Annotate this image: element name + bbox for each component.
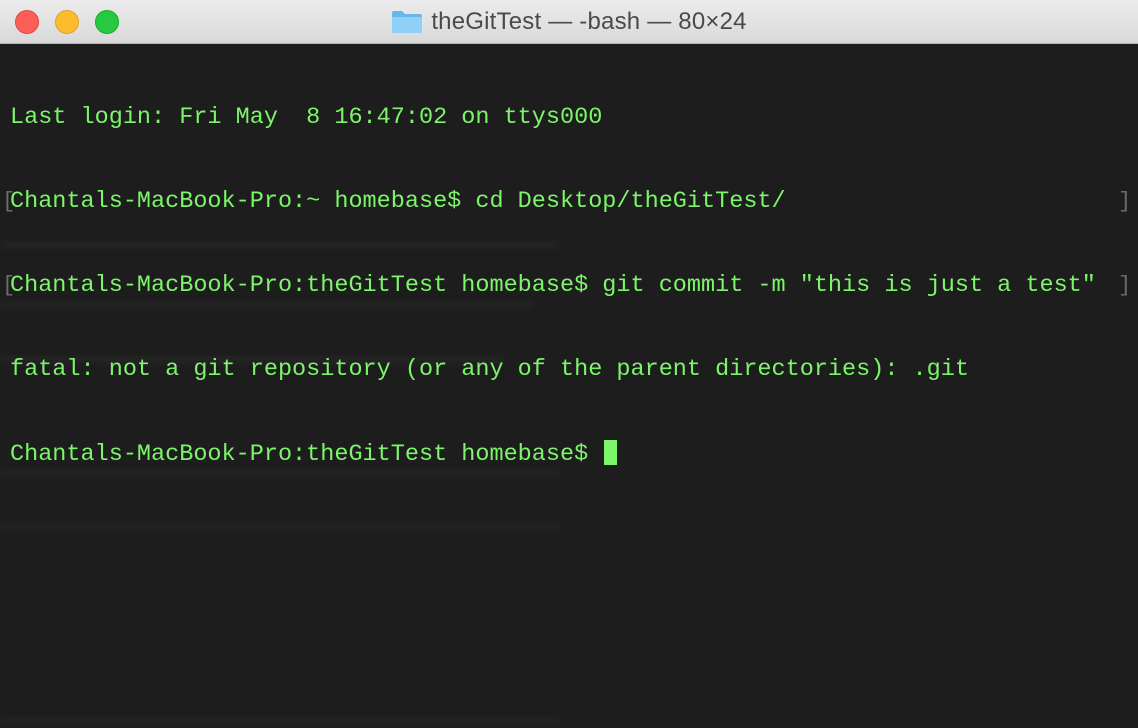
text-cursor — [604, 440, 618, 465]
terminal-line-wrap: [Chantals-MacBook-Pro:theGitTest homebas… — [2, 272, 1131, 300]
mark-bracket-right: ] — [1118, 189, 1132, 214]
background-ghost-text: ▬▬▬▬▬▬▬▬▬▬▬▬▬▬▬▬▬▬▬▬ — [0, 700, 560, 728]
terminal-line: Last login: Fri May 8 16:47:02 on ttys00… — [10, 104, 603, 131]
terminal-prompt: Chantals-MacBook-Pro:theGitTest homebase… — [10, 441, 603, 468]
mark-bracket-right: ] — [1118, 273, 1132, 298]
terminal-line: fatal: not a git repository (or any of t… — [10, 356, 969, 383]
terminal-line: Chantals-MacBook-Pro:theGitTest homebase… — [10, 272, 1096, 299]
terminal-prompt-line[interactable]: Chantals-MacBook-Pro:theGitTest homebase… — [10, 440, 1096, 468]
folder-icon — [392, 11, 423, 33]
terminal-line-wrap: [Chantals-MacBook-Pro:~ homebase$ cd Des… — [2, 188, 1131, 216]
mark-bracket-left: [ — [2, 189, 16, 214]
terminal-line: Chantals-MacBook-Pro:~ homebase$ cd Desk… — [10, 188, 786, 215]
terminal-output: Last login: Fri May 8 16:47:02 on ttys00… — [2, 48, 1131, 524]
terminal-content[interactable]: ▬▬▬▬▬▬▬▬▬▬▬▬▬▬▬▬▬▬▬▬ ▬▬▬▬▬▬▬▬▬▬▬▬▬▬▬▬▬▬▬… — [0, 44, 1138, 728]
terminal-window: theGitTest — -bash — 80×24 ▬▬▬▬▬▬▬▬▬▬▬▬▬… — [0, 0, 1138, 728]
title-bar[interactable]: theGitTest — -bash — 80×24 — [0, 0, 1138, 44]
window-title: theGitTest — -bash — 80×24 — [431, 8, 747, 35]
window-title-area: theGitTest — -bash — 80×24 — [0, 0, 1138, 44]
mark-bracket-left: [ — [2, 273, 16, 298]
